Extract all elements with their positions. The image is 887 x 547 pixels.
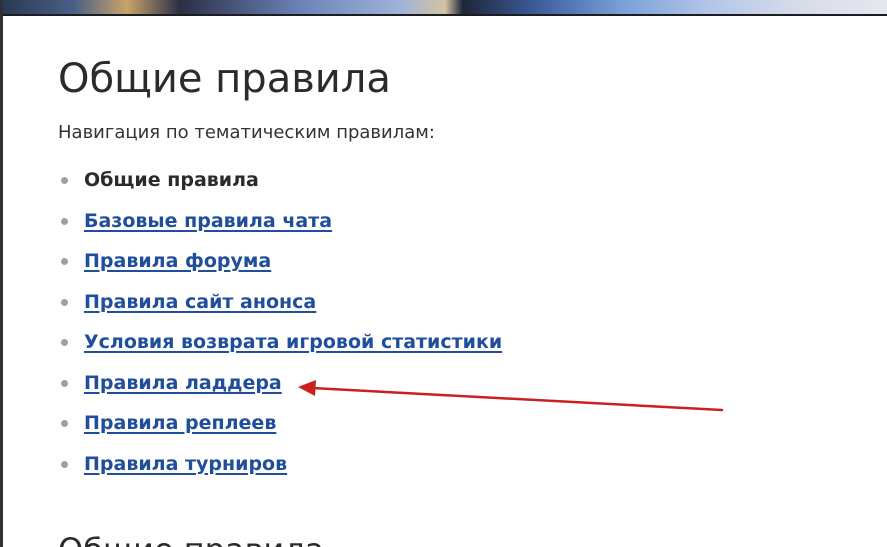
bullet-dot-icon [61, 217, 68, 225]
nav-intro-text: Навигация по тематическим правилам: [58, 122, 435, 143]
bullet-dot-icon [61, 298, 68, 306]
bullet-dot-icon [61, 379, 68, 387]
list-item-ladder-rules: Правила ладдера [58, 370, 502, 411]
nav-link-forum-rules[interactable]: Правила форума [84, 250, 271, 272]
nav-link-replay-rules[interactable]: Правила реплеев [84, 412, 276, 434]
list-item-stats-refund: Условия возврата игровой статистики [58, 329, 502, 370]
left-border [0, 0, 3, 547]
nav-link-announce-rules[interactable]: Правила сайт анонса [84, 291, 316, 313]
bullet-dot-icon [61, 339, 68, 346]
bullet-dot-icon [61, 177, 68, 184]
section-title: Общие правила [58, 528, 324, 547]
list-item-tournament-rules: Правила турниров [58, 451, 502, 492]
nav-current-general-rules: Общие правила [84, 169, 259, 191]
list-item-replay-rules: Правила реплеев [58, 410, 502, 451]
nav-link-ladder-rules[interactable]: Правила ладдера [84, 372, 282, 394]
rules-page: Общие правила Навигация по тематическим … [0, 0, 887, 547]
list-item-forum-rules: Правила форума [58, 248, 502, 289]
header-banner-image [3, 0, 887, 14]
banner-divider [3, 14, 887, 16]
nav-link-tournament-rules[interactable]: Правила турниров [84, 453, 287, 475]
nav-link-chat-rules[interactable]: Базовые правила чата [84, 210, 332, 232]
page-title: Общие правила [58, 56, 391, 102]
list-item-chat-rules: Базовые правила чата [58, 208, 502, 249]
bullet-dot-icon [61, 460, 68, 468]
bullet-dot-icon [61, 420, 68, 427]
rules-nav-list: Общие правила Базовые правила чата Прави… [58, 167, 502, 491]
list-item-announce-rules: Правила сайт анонса [58, 289, 502, 330]
nav-link-stats-refund[interactable]: Условия возврата игровой статистики [84, 331, 502, 353]
bullet-dot-icon [61, 258, 68, 265]
list-item-general-rules: Общие правила [58, 167, 502, 208]
